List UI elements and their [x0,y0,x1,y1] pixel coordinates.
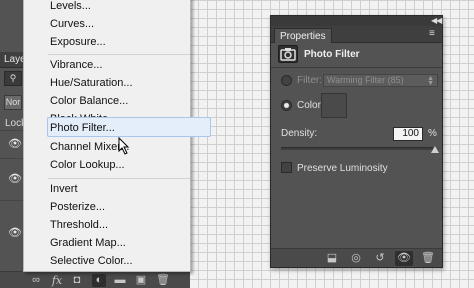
properties-title-bar[interactable]: ◀◀ [271,16,442,26]
properties-panel: ◀◀ Properties ≡ Photo Filter Filter: War… [270,15,443,268]
delete-adjustment-trash-icon[interactable]: 🗑 [419,251,437,266]
density-label: Density: [281,128,318,139]
layer-visibility-eye-icon[interactable]: 👁 [8,139,22,150]
menu-item-color-lookup[interactable]: Color Lookup... [50,159,125,171]
menu-item-curves[interactable]: Curves... [50,18,94,30]
menu-separator [48,178,190,179]
adjustment-menu: Levels... Curves... Exposure... Vibrance… [23,0,211,272]
layer-search-icon[interactable]: ⚲ [4,71,22,86]
reset-adjustment-icon[interactable]: ↺ [371,251,389,266]
layers-footer: ∞ fx ◘ ◐ ▬ ▣ 🗑 [0,271,190,288]
menu-item-hue-saturation[interactable]: Hue/Saturation... [50,77,133,89]
title-divider [271,67,442,68]
menu-item-photo-filter[interactable]: Photo Filter... [50,122,115,134]
layer-divider [0,130,24,131]
tab-properties[interactable]: Properties [274,28,332,43]
link-layers-icon[interactable]: ∞ [29,274,43,287]
density-unit: % [428,128,437,139]
layer-visibility-eye-icon[interactable]: 👁 [8,174,22,185]
menu-item-invert[interactable]: Invert [50,183,78,195]
layer-style-fx-icon[interactable]: fx [50,274,64,287]
preserve-luminosity-checkbox[interactable] [281,162,292,173]
menu-separator [48,54,190,55]
layer-divider [0,158,24,159]
adjustment-layer-icon[interactable]: ◐ [92,274,106,287]
density-slider-track[interactable] [281,147,433,150]
density-input[interactable]: 100 [393,127,423,141]
adjustment-title: Photo Filter [304,49,360,60]
mouse-cursor-icon [118,137,130,155]
new-layer-icon[interactable]: ▣ [134,274,148,287]
filter-select-value: Warming Filter (85) [327,75,404,85]
menu-item-exposure[interactable]: Exposure... [50,36,106,48]
color-label: Color: [297,100,324,111]
filter-select[interactable]: Warming Filter (85) ▲ ▼ [323,74,438,87]
color-swatch[interactable] [321,93,347,118]
filter-radio[interactable] [281,75,292,86]
select-arrows-icon: ▲ ▼ [427,75,434,87]
layer-divider [0,200,24,201]
delete-layer-trash-icon[interactable]: 🗑 [156,274,170,287]
menu-item-gradient-map[interactable]: Gradient Map... [50,237,126,249]
blend-mode-value: Nor [5,97,21,107]
color-radio[interactable] [281,100,292,111]
panel-menu-icon[interactable]: ≡ [429,29,435,39]
density-slider-thumb[interactable] [431,146,439,153]
preserve-luminosity-label: Preserve Luminosity [297,163,388,174]
add-mask-icon[interactable]: ◘ [70,274,84,287]
photo-filter-icon [278,45,298,63]
new-group-folder-icon[interactable]: ▬ [113,274,127,287]
layer-visibility-eye-icon[interactable]: 👁 [8,228,22,239]
menu-item-threshold[interactable]: Threshold... [50,219,108,231]
properties-tabbar: Properties ≡ [271,26,442,43]
menu-item-vibrance[interactable]: Vibrance... [50,59,102,71]
toggle-visibility-eye-icon[interactable]: 👁 [395,251,413,266]
collapse-panel-icon[interactable]: ◀◀ [431,16,442,25]
properties-footer: ⬓ ◎ ↺ 👁 🗑 [271,248,442,267]
menu-item-color-balance[interactable]: Color Balance... [50,95,128,107]
clip-to-layer-icon[interactable]: ⬓ [323,251,341,266]
filter-label: Filter: [297,75,322,86]
menu-item-levels[interactable]: Levels... [50,0,91,12]
view-previous-state-icon[interactable]: ◎ [347,251,365,266]
menu-item-posterize[interactable]: Posterize... [50,201,105,213]
blend-mode-select[interactable]: Nor [4,95,22,110]
menu-item-selective-color[interactable]: Selective Color... [50,255,133,267]
